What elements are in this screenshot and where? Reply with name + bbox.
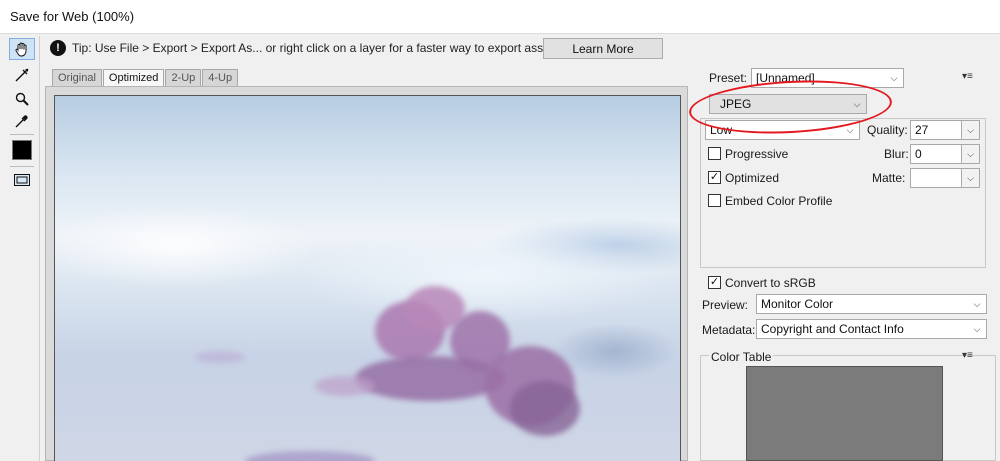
metadata-value: Copyright and Contact Info: [761, 322, 904, 336]
tool-strip: [4, 36, 40, 461]
convert-srgb-checkbox[interactable]: ✓: [708, 276, 721, 289]
optimized-label: Optimized: [725, 171, 780, 185]
zoom-tool-icon[interactable]: [9, 88, 35, 110]
optimized-image-preview[interactable]: [54, 95, 681, 461]
tab-4-up[interactable]: 4-Up: [202, 69, 239, 86]
blur-field[interactable]: 0 ⌵: [910, 144, 980, 164]
preset-label: Preset:: [709, 71, 748, 85]
chevron-down-icon: ⌵: [846, 125, 854, 135]
learn-more-button[interactable]: Learn More: [543, 38, 663, 59]
optimization-panel: Preset: [Unnamed] ⌵ ▾≡ JPEG ⌵ Low ⌵ Qual…: [700, 66, 996, 461]
matte-label: Matte:: [872, 171, 906, 185]
settings-group: [700, 118, 986, 268]
view-tabs: Original Optimized 2-Up 4-Up: [52, 69, 239, 86]
tab-2-up[interactable]: 2-Up: [165, 69, 202, 86]
chevron-down-icon[interactable]: ⌵: [961, 121, 979, 139]
cloud: [315, 376, 375, 396]
checkmark-icon: ✓: [709, 171, 720, 183]
chevron-down-icon: ⌵: [973, 299, 981, 309]
blur-label: Blur:: [884, 147, 909, 161]
quality-level-value: Low: [710, 123, 733, 137]
preset-value: [Unnamed]: [756, 71, 815, 85]
tip-text: Tip: Use File > Export > Export As... or…: [72, 41, 560, 55]
blur-value: 0: [915, 147, 922, 161]
convert-srgb-label: Convert to sRGB: [725, 276, 816, 290]
chevron-down-icon[interactable]: ⌵: [961, 169, 979, 187]
chevron-down-icon: ⌵: [973, 324, 981, 334]
optimized-checkbox[interactable]: ✓: [708, 171, 721, 184]
settings-menu-icon[interactable]: ▾≡: [962, 71, 973, 82]
embed-color-profile-label: Embed Color Profile: [725, 194, 833, 208]
eyedropper-color-swatch[interactable]: [12, 140, 32, 160]
color-table-swatches[interactable]: [746, 366, 943, 461]
window-title: Save for Web (100%): [10, 9, 135, 24]
cloud: [510, 381, 580, 436]
metadata-select[interactable]: Copyright and Contact Info ⌵: [756, 319, 987, 339]
eyedropper-tool-icon[interactable]: [9, 110, 35, 132]
tip-bar: ! Tip: Use File > Export > Export As... …: [44, 36, 994, 62]
preview-area: [45, 86, 688, 461]
tab-optimized[interactable]: Optimized: [102, 69, 165, 86]
tool-separator: [10, 134, 34, 135]
tab-original[interactable]: Original: [52, 69, 102, 86]
color-table-menu-icon[interactable]: ▾≡: [962, 350, 973, 361]
quality-field[interactable]: 27 ⌵: [910, 120, 980, 140]
cloud: [195, 351, 245, 363]
toggle-slices-icon[interactable]: [9, 169, 35, 191]
slice-select-tool-icon[interactable]: [9, 64, 35, 86]
chevron-down-icon: ⌵: [890, 73, 898, 83]
matte-select[interactable]: ⌵: [910, 168, 980, 188]
quality-value: 27: [915, 123, 929, 137]
format-value: JPEG: [720, 97, 752, 111]
quality-level-select[interactable]: Low ⌵: [705, 120, 860, 140]
chevron-down-icon: ⌵: [853, 99, 861, 109]
tool-separator: [10, 166, 34, 167]
info-icon: !: [50, 40, 66, 56]
color-table-title: Color Table: [709, 350, 774, 364]
title-bar: Save for Web (100%): [0, 0, 1000, 34]
preview-value: Monitor Color: [761, 297, 834, 311]
preview-select[interactable]: Monitor Color ⌵: [756, 294, 987, 314]
embed-color-profile-checkbox[interactable]: [708, 194, 721, 207]
preset-select[interactable]: [Unnamed] ⌵: [751, 68, 904, 88]
quality-label: Quality:: [867, 123, 908, 137]
chevron-down-icon[interactable]: ⌵: [961, 145, 979, 163]
cloud: [245, 451, 375, 461]
preview-label: Preview:: [702, 298, 749, 312]
hand-tool-icon[interactable]: [9, 38, 35, 60]
progressive-checkbox[interactable]: [708, 147, 721, 160]
progressive-label: Progressive: [725, 147, 789, 161]
checkmark-icon: ✓: [709, 276, 720, 288]
cloud: [355, 356, 505, 401]
format-select[interactable]: JPEG ⌵: [709, 94, 867, 114]
metadata-label: Metadata:: [702, 323, 756, 337]
